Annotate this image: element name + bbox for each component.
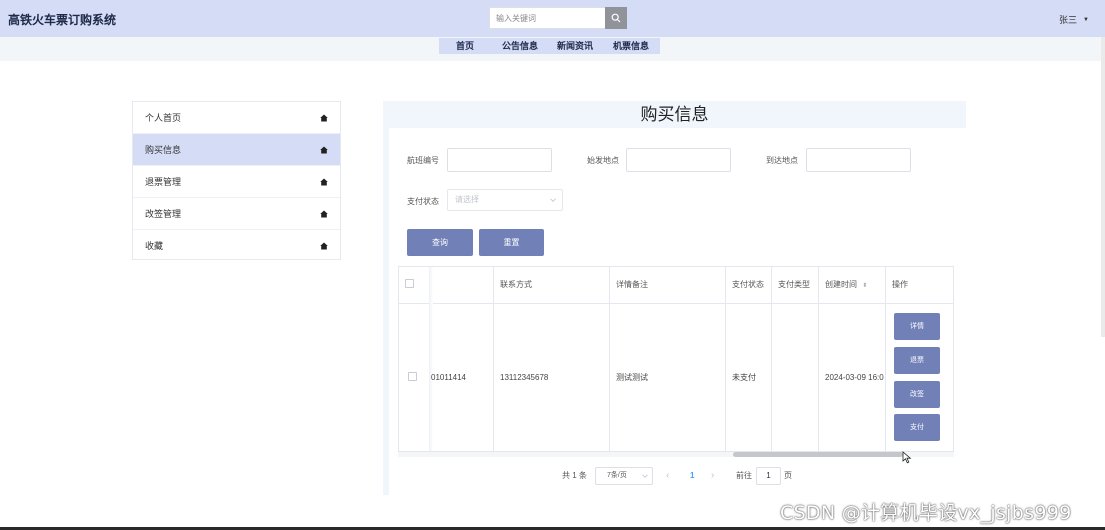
select-all-checkbox[interactable] [405, 279, 414, 288]
page-title: 购买信息 [640, 105, 709, 124]
nav-item-announcements[interactable]: 公告信息 [502, 38, 538, 54]
arrival-label: 到达地点 [766, 156, 798, 165]
rebook-button[interactable]: 改签 [894, 381, 940, 408]
search-box [489, 7, 627, 29]
cell-contact: 13112345678 [500, 373, 549, 382]
sidebar-item-label: 个人首页 [145, 113, 182, 123]
pay-status-label: 支付状态 [407, 197, 439, 206]
departure-input[interactable] [626, 148, 731, 172]
goto-label: 前往 [736, 471, 752, 480]
page-suffix: 页 [784, 471, 792, 480]
sidebar-item-label: 收藏 [145, 241, 164, 251]
sort-icon[interactable]: ⬍ [862, 283, 867, 289]
nav-item-news[interactable]: 新闻资讯 [557, 38, 593, 54]
column-header-created[interactable]: 创建时间 ⬍ [819, 267, 867, 303]
table-horizontal-scrollbar[interactable] [398, 452, 954, 457]
detail-button[interactable]: 详情 [894, 313, 940, 340]
flight-no-input[interactable] [447, 148, 552, 172]
home-icon [320, 242, 328, 250]
purchase-table: 联系方式 详情备注 支付状态 支付类型 创建时间 ⬍ 操作 01011414 1… [398, 266, 954, 452]
home-icon [320, 210, 328, 218]
chevron-down-icon [642, 474, 648, 478]
pay-status-select[interactable]: 请选择 [447, 189, 563, 211]
cell-remark: 测试测试 [616, 373, 648, 382]
cell-order-id: 01011414 [431, 373, 466, 382]
watermark: CSDN @计算机毕设vx_jsjbs999 [780, 502, 1072, 524]
prev-page-button[interactable]: ‹ [666, 467, 669, 485]
pay-status-placeholder: 请选择 [455, 195, 479, 204]
main-nav: 首页 公告信息 新闻资讯 机票信息 [439, 38, 660, 54]
sidebar-item-label: 退票管理 [145, 177, 182, 187]
page-scrollbar[interactable] [1101, 37, 1105, 337]
flight-no-label: 航班编号 [407, 156, 439, 165]
nav-item-home[interactable]: 首页 [456, 38, 474, 54]
sidebar-item-label: 改签管理 [145, 209, 182, 219]
arrival-input[interactable] [806, 148, 911, 172]
nav-item-flights[interactable]: 机票信息 [613, 38, 649, 54]
refund-button[interactable]: 退票 [894, 347, 940, 374]
home-icon [320, 178, 328, 186]
user-name: 张三 [1059, 15, 1078, 25]
column-header-pay-type: 支付类型 [778, 280, 810, 289]
page-size-select[interactable]: 7条/页 [595, 467, 653, 485]
column-header-created-label: 创建时间 [825, 280, 857, 289]
home-icon [320, 146, 328, 154]
mouse-cursor-icon [902, 451, 912, 464]
home-icon [320, 114, 328, 122]
current-page[interactable]: 1 [690, 467, 694, 485]
column-header-pay-status: 支付状态 [732, 280, 764, 289]
search-input[interactable] [489, 7, 605, 29]
goto-page-input[interactable]: 1 [756, 467, 781, 485]
query-button[interactable]: 查询 [407, 229, 473, 256]
departure-label: 始发地点 [587, 156, 619, 165]
sidebar-item-refunds[interactable]: 退票管理 [133, 166, 340, 198]
cell-pay-status: 未支付 [732, 373, 756, 382]
sidebar-item-purchases[interactable]: 购买信息 [133, 134, 340, 166]
column-header-actions: 操作 [892, 280, 908, 289]
sidebar-menu: 个人首页 购买信息 退票管理 改签管理 收藏 [132, 101, 341, 260]
cell-created: 2024-03-09 16:0 [825, 373, 884, 382]
column-header-contact: 联系方式 [500, 280, 532, 289]
row-checkbox[interactable] [408, 372, 417, 381]
sidebar-item-favorites[interactable]: 收藏 [133, 230, 340, 262]
search-button[interactable] [605, 7, 627, 29]
pay-button[interactable]: 支付 [894, 414, 940, 441]
next-page-button[interactable]: › [711, 467, 714, 485]
chevron-down-icon [550, 198, 556, 202]
scrollbar-thumb[interactable] [733, 452, 903, 457]
pagination-total: 共 1 条 [562, 471, 587, 480]
sidebar-item-label: 购买信息 [145, 145, 182, 155]
sidebar-item-profile[interactable]: 个人首页 [133, 102, 340, 134]
user-menu[interactable]: 张三 ▼ [1059, 13, 1089, 26]
column-header-remark: 详情备注 [616, 280, 648, 289]
search-icon [611, 13, 621, 23]
sidebar-item-rebook[interactable]: 改签管理 [133, 198, 340, 230]
reset-button[interactable]: 重置 [479, 229, 544, 256]
chevron-down-icon: ▼ [1083, 16, 1089, 23]
app-title: 高铁火车票订购系统 [8, 13, 117, 27]
page-size-value: 7条/页 [607, 472, 627, 479]
cell-pay-type [772, 303, 818, 451]
